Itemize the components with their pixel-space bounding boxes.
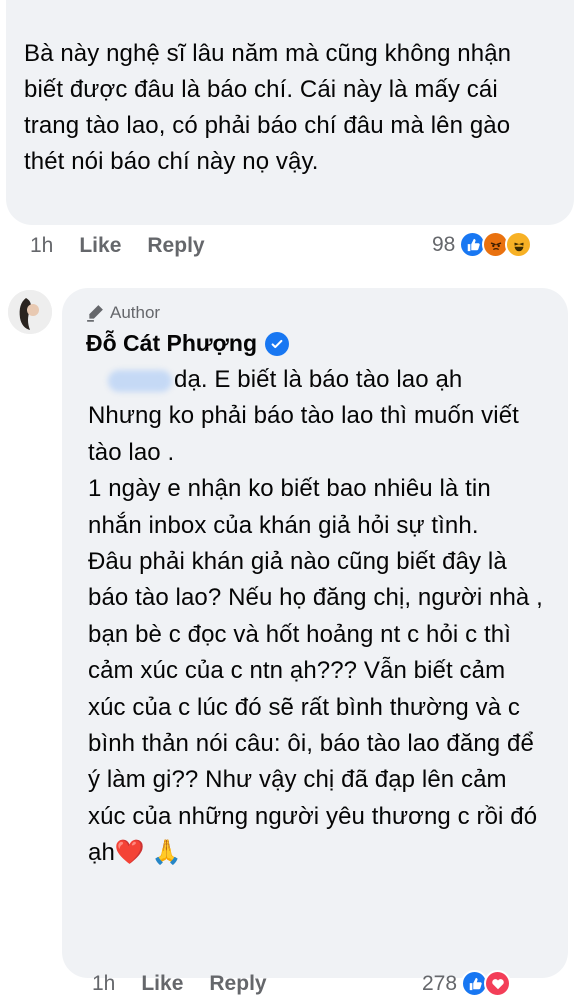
comment-text: Bà này nghệ sĩ lâu năm mà cũng không nhậ… xyxy=(24,40,512,175)
reply-button[interactable]: Reply xyxy=(209,972,266,996)
pen-icon xyxy=(87,305,103,322)
like-button[interactable]: Like xyxy=(141,972,183,996)
comment-actions: 1h Like Reply xyxy=(30,234,231,258)
reaction-summary[interactable]: 278 xyxy=(422,970,512,997)
reaction-count: 98 xyxy=(432,232,456,256)
commenter-name[interactable]: Đỗ Cát Phượng xyxy=(86,330,289,357)
like-button[interactable]: Like xyxy=(79,234,121,258)
commenter-name-text[interactable]: Đỗ Cát Phượng xyxy=(86,330,257,357)
reaction-summary[interactable]: 98 xyxy=(432,231,533,258)
avatar[interactable] xyxy=(8,290,52,334)
love-icon xyxy=(484,970,512,997)
reply-button[interactable]: Reply xyxy=(147,234,204,258)
comment-text: dạ. E biết là báo tào lao ạh Nhưng ko ph… xyxy=(88,362,548,872)
reaction-count: 278 xyxy=(422,971,458,995)
author-badge-label: Author xyxy=(110,303,161,322)
author-badge: Author xyxy=(86,303,160,323)
haha-icon xyxy=(505,231,533,258)
comment-time[interactable]: 1h xyxy=(92,972,115,996)
comment-body: dạ. E biết là báo tào lao ạh Nhưng ko ph… xyxy=(88,366,543,867)
verified-badge-icon xyxy=(265,331,289,356)
comment-time[interactable]: 1h xyxy=(30,234,53,258)
comment-actions: 1h Like Reply xyxy=(92,972,293,996)
